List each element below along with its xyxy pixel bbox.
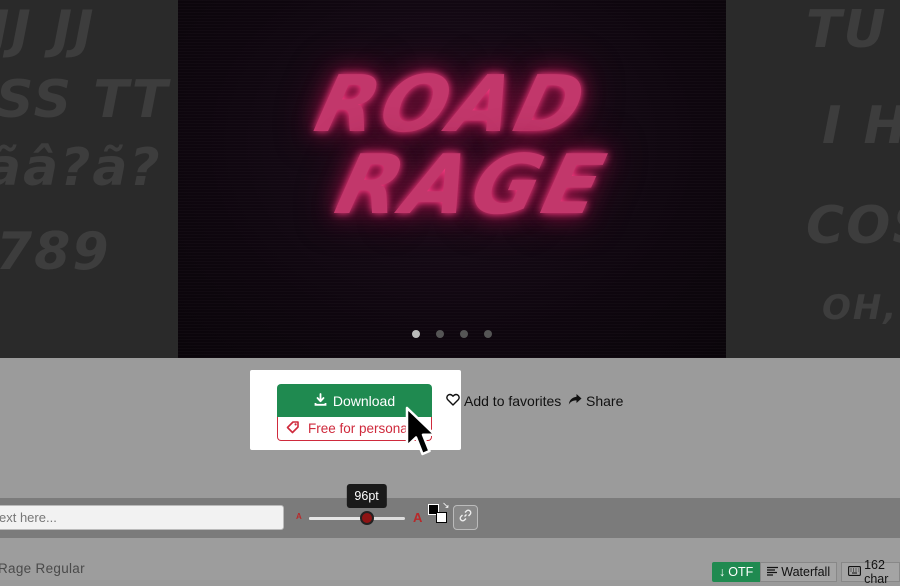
link-icon <box>459 509 472 527</box>
preview-image[interactable]: ROAD RAGE <box>178 0 726 358</box>
ghost-text: I HA <box>822 96 900 156</box>
chars-label: 162 char <box>864 558 889 586</box>
waterfall-icon <box>767 565 779 579</box>
preview-left-panel: JJ JJ SS TT ãâ?ã? 789 <box>0 0 178 358</box>
view-options: ↓ OTF Waterfall 162 char <box>712 558 900 586</box>
license-label: Free for personal <box>308 421 411 436</box>
download-icon <box>314 392 327 409</box>
background-swatch <box>436 512 447 523</box>
download-arrow-icon: ↓ <box>719 565 726 579</box>
preview-toolbar: ext here... A 96pt A ↘ <box>0 484 900 538</box>
preview-right-panel: TU I HA COS OH, TH <box>726 0 900 358</box>
preview-logo-line: RAGE <box>327 138 617 233</box>
font-size-slider[interactable] <box>309 517 405 520</box>
waterfall-button[interactable]: Waterfall <box>760 562 838 582</box>
character-map-button[interactable]: 162 char <box>841 558 900 586</box>
carousel-dots <box>178 330 726 338</box>
download-otf-button[interactable]: ↓ OTF <box>712 562 761 582</box>
ghost-text: JJ JJ <box>0 0 96 60</box>
ghost-text: 789 <box>0 222 111 282</box>
swap-arrow-icon: ↘ <box>442 500 450 510</box>
heart-icon <box>446 393 460 409</box>
font-size-tooltip: 96pt <box>346 484 387 508</box>
share-icon <box>568 393 582 409</box>
ghost-text: SS TT <box>0 70 170 130</box>
size-large-icon: A <box>413 510 423 525</box>
tag-icon <box>286 420 300 437</box>
font-style-row: Rage Regular ↓ OTF Waterfall 162 char <box>0 538 900 586</box>
share-label: Share <box>586 393 624 409</box>
font-size-slider-handle[interactable] <box>359 511 374 525</box>
action-bar: Download Free for personal Add to favori… <box>0 358 900 498</box>
swap-colors-button[interactable]: ↘ <box>428 500 450 526</box>
ghost-text: OH, TH <box>822 288 900 328</box>
size-small-icon: A <box>296 512 302 521</box>
preview-text-input[interactable]: ext here... <box>0 505 284 530</box>
font-style-name: Rage Regular <box>0 561 85 576</box>
ghost-text: TU <box>806 0 888 60</box>
ghost-text: COS <box>806 196 900 256</box>
download-label: Download <box>332 392 396 409</box>
share-button[interactable]: Share <box>568 393 623 409</box>
font-preview-carousel: JJ JJ SS TT ãâ?ã? 789 ROAD RAGE TU I HA … <box>0 0 900 358</box>
mouse-pointer-icon <box>405 406 437 456</box>
ghost-text: ãâ?ã? <box>0 138 162 198</box>
otf-label: OTF <box>728 565 754 579</box>
carousel-dot[interactable] <box>436 330 444 338</box>
preview-logo-line: ROAD <box>307 60 597 150</box>
carousel-dot[interactable] <box>484 330 492 338</box>
add-to-favorites-button[interactable]: Add to favorites <box>446 393 561 409</box>
carousel-dot[interactable] <box>460 330 468 338</box>
copy-link-button[interactable] <box>453 505 478 530</box>
favorites-label: Add to favorites <box>464 393 562 409</box>
keyboard-icon <box>848 565 862 579</box>
slider-fill <box>309 517 367 520</box>
carousel-dot[interactable] <box>412 330 420 338</box>
waterfall-label: Waterfall <box>781 565 831 579</box>
